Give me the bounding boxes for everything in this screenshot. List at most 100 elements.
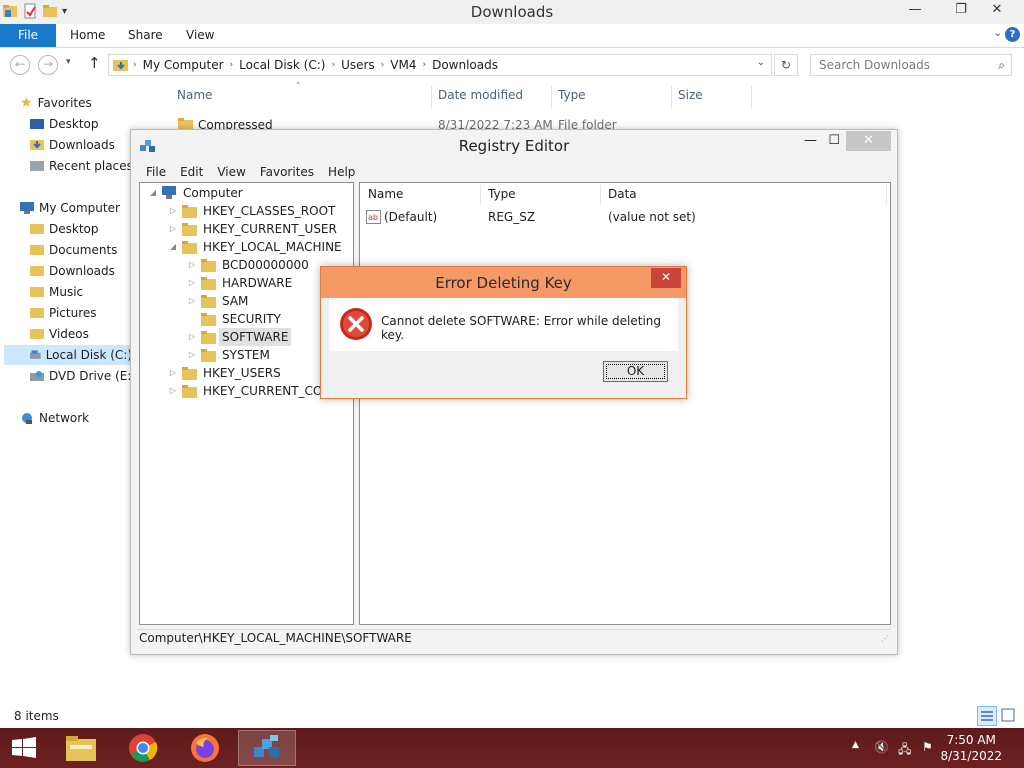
tab-file[interactable]: File bbox=[0, 24, 56, 47]
column-separator[interactable] bbox=[480, 185, 481, 205]
nav-music[interactable]: Music bbox=[30, 282, 83, 302]
tab-home[interactable]: Home bbox=[70, 24, 105, 47]
expand-icon[interactable]: ▷ bbox=[187, 292, 197, 310]
large-icons-view-button[interactable] bbox=[999, 706, 1019, 726]
nav-pc-desktop[interactable]: Desktop bbox=[30, 219, 99, 239]
column-separator[interactable] bbox=[551, 86, 552, 108]
address-bar[interactable]: › My Computer › Local Disk (C:) › Users … bbox=[108, 54, 772, 76]
restore-button[interactable]: ❐ bbox=[946, 0, 976, 22]
column-separator[interactable] bbox=[671, 86, 672, 108]
expand-icon[interactable]: ▷ bbox=[187, 274, 197, 292]
column-separator[interactable] bbox=[431, 86, 432, 108]
tree-node-hklm[interactable]: ◢ HKEY_LOCAL_MACHINE bbox=[168, 238, 345, 256]
tree-node-bcd[interactable]: ▷ BCD00000000 bbox=[187, 256, 312, 274]
nav-downloads[interactable]: Downloads bbox=[30, 135, 115, 155]
column-separator[interactable] bbox=[751, 86, 752, 108]
expand-icon[interactable]: ▷ bbox=[168, 202, 178, 220]
folder-icon bbox=[182, 366, 197, 380]
breadcrumb-my-computer[interactable]: My Computer bbox=[137, 58, 230, 72]
recent-locations-icon[interactable]: ▾ bbox=[66, 57, 71, 67]
column-header-name[interactable]: Name bbox=[177, 88, 212, 106]
column-header-size[interactable]: Size bbox=[678, 88, 703, 106]
tree-node-hkcu[interactable]: ▷ HKEY_CURRENT_USER bbox=[168, 220, 340, 238]
expand-icon[interactable]: ▷ bbox=[187, 256, 197, 274]
close-button[interactable]: ✕ bbox=[982, 0, 1012, 22]
start-button-windows-icon[interactable] bbox=[10, 736, 38, 760]
tab-view[interactable]: View bbox=[186, 24, 214, 47]
collapse-icon[interactable]: ◢ bbox=[168, 238, 178, 256]
column-separator[interactable] bbox=[886, 185, 887, 205]
nav-my-computer[interactable]: My Computer bbox=[20, 198, 120, 218]
tree-node-security[interactable]: SECURITY bbox=[187, 310, 284, 328]
expand-icon[interactable]: ▷ bbox=[168, 382, 178, 400]
tree-node-hkcr[interactable]: ▷ HKEY_CLASSES_ROOT bbox=[168, 202, 338, 220]
regedit-minimize-button[interactable]: — bbox=[804, 133, 817, 148]
minimize-button[interactable]: — bbox=[900, 0, 930, 22]
expand-ribbon-icon[interactable]: ⌄ bbox=[994, 28, 1002, 39]
tree-node-software[interactable]: ▷ SOFTWARE bbox=[187, 328, 292, 346]
forward-button[interactable]: → bbox=[38, 55, 58, 75]
menu-file[interactable]: File bbox=[146, 165, 166, 179]
regedit-icon bbox=[254, 735, 279, 757]
system-clock[interactable]: 7:50 AM 8/31/2022 bbox=[940, 732, 1002, 764]
tree-node-sam[interactable]: ▷ SAM bbox=[187, 292, 251, 310]
menu-edit[interactable]: Edit bbox=[180, 165, 203, 179]
expand-icon[interactable]: ▷ bbox=[168, 364, 178, 382]
expand-icon[interactable]: ▷ bbox=[187, 328, 197, 346]
downloads-icon bbox=[30, 140, 44, 150]
registry-values-list: Name Type Data ab (Default) REG_SZ (valu… bbox=[359, 182, 891, 625]
menu-favorites[interactable]: Favorites bbox=[260, 165, 314, 179]
details-view-button[interactable] bbox=[977, 706, 997, 726]
network-status-icon[interactable]: 🖧 bbox=[898, 740, 911, 761]
help-icon[interactable]: ? bbox=[1005, 27, 1020, 42]
tab-share[interactable]: Share bbox=[128, 24, 163, 47]
refresh-button[interactable]: ↻ bbox=[774, 54, 798, 76]
tree-node-hku[interactable]: ▷ HKEY_USERS bbox=[168, 364, 284, 382]
expand-icon[interactable]: ▷ bbox=[187, 346, 197, 364]
action-center-icon[interactable]: ⚑ bbox=[922, 740, 933, 754]
breadcrumb-vm4[interactable]: VM4 bbox=[384, 58, 422, 72]
tree-node-system[interactable]: ▷ SYSTEM bbox=[187, 346, 273, 364]
explorer-title: Downloads bbox=[470, 3, 554, 21]
tree-node-computer[interactable]: ◢ Computer bbox=[148, 184, 246, 202]
tree-node-hardware[interactable]: ▷ HARDWARE bbox=[187, 274, 295, 292]
taskbar-chrome[interactable] bbox=[114, 730, 172, 766]
address-dropdown-icon[interactable]: ⌄ bbox=[757, 57, 765, 68]
expand-icon[interactable]: ▷ bbox=[168, 220, 178, 238]
show-hidden-icons[interactable]: ▲ bbox=[852, 740, 859, 750]
nav-network[interactable]: Network bbox=[20, 408, 89, 428]
taskbar-firefox[interactable] bbox=[176, 730, 234, 766]
nav-documents[interactable]: Documents bbox=[30, 240, 117, 260]
column-header-type[interactable]: Type bbox=[558, 88, 586, 106]
regedit-close-button[interactable]: ✕ bbox=[846, 131, 891, 151]
nav-desktop[interactable]: Desktop bbox=[30, 114, 99, 134]
file-explorer-icon bbox=[66, 736, 96, 761]
search-input[interactable]: Search Downloads ⌕ bbox=[810, 54, 1012, 76]
collapse-icon[interactable]: ◢ bbox=[148, 184, 158, 202]
column-separator[interactable] bbox=[600, 185, 601, 205]
nav-videos[interactable]: Videos bbox=[30, 324, 89, 344]
nav-local-disk[interactable]: Local Disk (C:) bbox=[4, 345, 132, 365]
back-button[interactable]: ← bbox=[10, 55, 30, 75]
nav-recent-places[interactable]: Recent places bbox=[30, 156, 133, 176]
column-header-name[interactable]: Name bbox=[368, 187, 403, 201]
resize-grip-icon[interactable]: ⋰ bbox=[881, 631, 889, 647]
nav-pc-downloads[interactable]: Downloads bbox=[30, 261, 115, 281]
column-header-type[interactable]: Type bbox=[488, 187, 516, 201]
column-header-date[interactable]: Date modified bbox=[438, 88, 523, 106]
taskbar-registry-editor[interactable] bbox=[238, 730, 296, 766]
volume-muted-icon[interactable]: 🔇 bbox=[874, 740, 889, 754]
nav-favorites[interactable]: ★ Favorites bbox=[20, 93, 92, 113]
breadcrumb-users[interactable]: Users bbox=[335, 58, 381, 72]
taskbar-file-explorer[interactable] bbox=[52, 730, 110, 766]
breadcrumb-local-disk[interactable]: Local Disk (C:) bbox=[233, 58, 331, 72]
menu-help[interactable]: Help bbox=[328, 165, 355, 179]
menu-view[interactable]: View bbox=[217, 165, 245, 179]
regedit-maximize-button[interactable]: ☐ bbox=[828, 133, 840, 148]
breadcrumb-downloads[interactable]: Downloads bbox=[426, 58, 504, 72]
column-header-data[interactable]: Data bbox=[608, 187, 637, 201]
error-dialog-close-button[interactable]: ✕ bbox=[651, 268, 681, 288]
ok-button[interactable]: OK bbox=[603, 361, 668, 382]
up-button[interactable]: ↑ bbox=[88, 54, 101, 72]
nav-pictures[interactable]: Pictures bbox=[30, 303, 97, 323]
